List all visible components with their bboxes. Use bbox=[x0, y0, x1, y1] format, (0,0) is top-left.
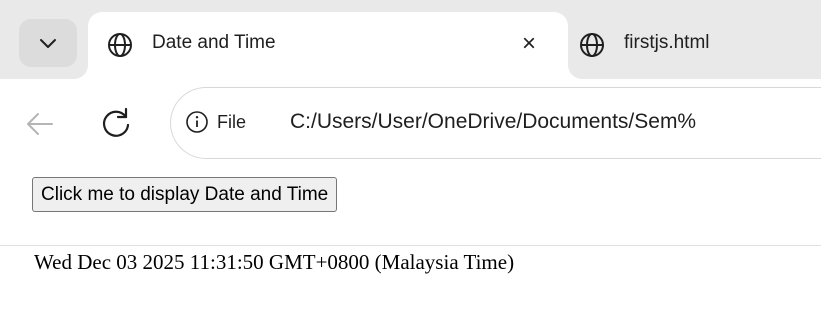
url-text[interactable]: C:/Users/User/OneDrive/Documents/Sem% bbox=[290, 110, 696, 134]
chevron-down-icon bbox=[40, 39, 56, 48]
tab-search-button[interactable] bbox=[19, 19, 77, 67]
reload-icon[interactable] bbox=[97, 104, 135, 142]
info-icon bbox=[186, 111, 208, 133]
back-arrow-icon[interactable] bbox=[22, 106, 58, 142]
date-output-text: Wed Dec 03 2025 11:31:50 GMT+0800 (Malay… bbox=[34, 250, 515, 274]
tab-firstjs[interactable]: firstjs.html bbox=[578, 12, 821, 79]
tab-date-and-time[interactable]: Date and Time × bbox=[88, 12, 568, 82]
close-tab-icon[interactable]: × bbox=[522, 29, 536, 59]
globe-icon bbox=[580, 33, 604, 57]
site-info-button[interactable]: File bbox=[185, 102, 246, 142]
address-bar[interactable]: File C:/Users/User/OneDrive/Documents/Se… bbox=[170, 87, 821, 159]
page-content: Click me to display Date and Time Wed De… bbox=[0, 167, 821, 329]
tab-title: firstjs.html bbox=[624, 32, 710, 53]
browser-toolbar: File C:/Users/User/OneDrive/Documents/Se… bbox=[0, 79, 821, 246]
globe-icon bbox=[108, 33, 132, 57]
tab-title: Date and Time bbox=[152, 32, 276, 53]
tab-strip: Date and Time × firstjs.html bbox=[0, 0, 821, 82]
site-info-label: File bbox=[217, 111, 247, 132]
display-date-button[interactable]: Click me to display Date and Time bbox=[32, 177, 338, 212]
